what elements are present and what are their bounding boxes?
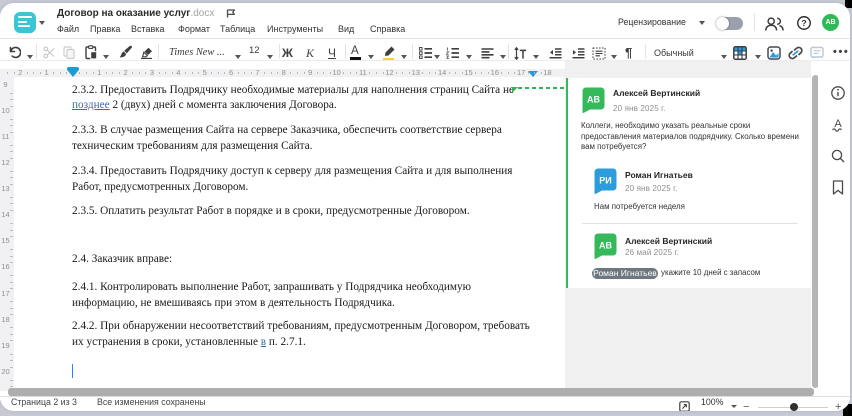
- svg-text:А: А: [834, 118, 842, 130]
- svg-text:АВ: АВ: [599, 240, 612, 250]
- svg-text:АВ: АВ: [587, 95, 600, 105]
- svg-text:РИ: РИ: [599, 175, 611, 185]
- svg-text:?: ?: [801, 18, 806, 28]
